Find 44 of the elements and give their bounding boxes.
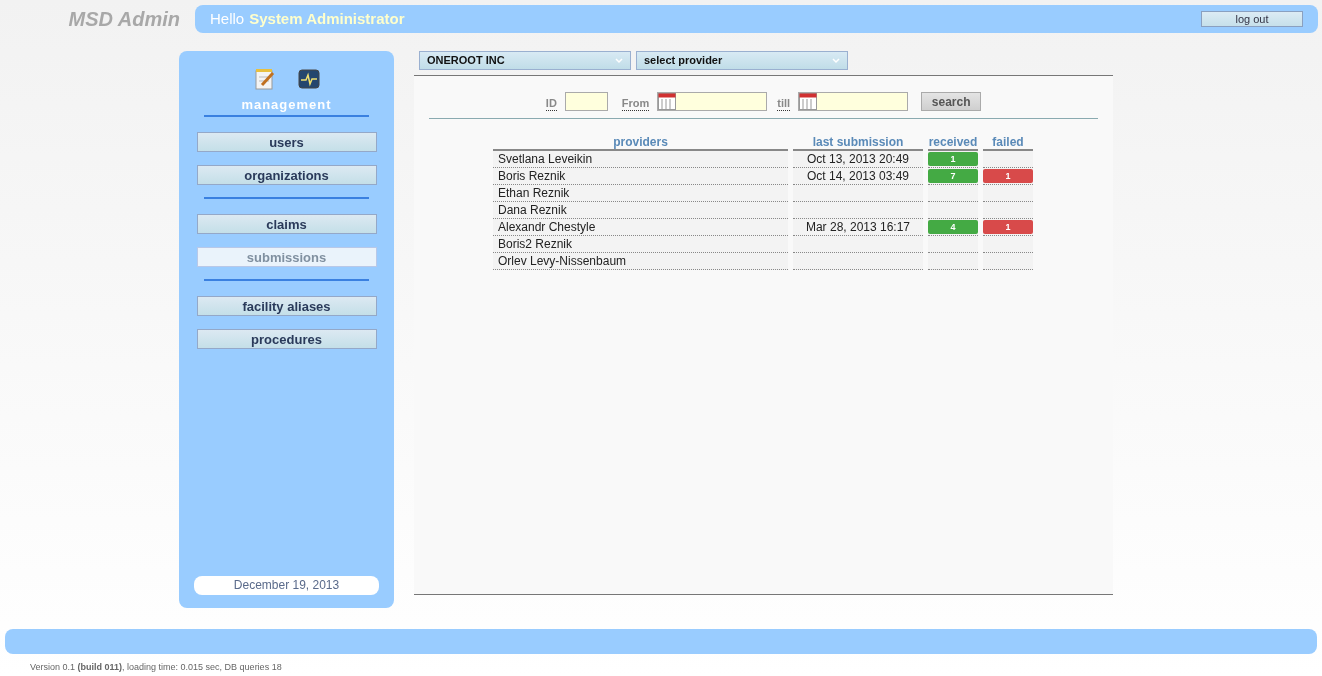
field-label: ID (545, 97, 557, 111)
field-label: till (777, 97, 791, 111)
count-badge: 4 (928, 220, 978, 234)
table-cell: Ethan Reznik (493, 185, 788, 202)
field-label: From (621, 97, 650, 111)
dropdown-select[interactable]: ONEROOT INC (419, 51, 631, 70)
nav-item[interactable]: claims (196, 214, 377, 234)
from-date-field[interactable] (657, 92, 768, 111)
section-label: management (241, 98, 332, 112)
calendar-icon[interactable] (799, 93, 818, 110)
user-name: System Administrator (249, 8, 405, 29)
id-input-field[interactable] (564, 92, 608, 111)
table-cell: Oct 13, 2013 20:49 (793, 151, 923, 168)
date-label: December 19, 2013 (194, 576, 379, 595)
count-badge: 1 (928, 152, 978, 166)
table-cell: Oct 14, 2013 03:49 (793, 168, 923, 185)
dropdown-select[interactable]: select provider (636, 51, 848, 70)
table-cell: Boris2 Reznik (493, 236, 788, 253)
nav-item[interactable]: organizations (196, 165, 377, 185)
count-badge: 1 (983, 220, 1033, 234)
chevron-down-icon (615, 57, 623, 64)
logout-button[interactable]: log out (1201, 11, 1303, 27)
calendar-icon[interactable] (658, 93, 677, 110)
table-cell (983, 253, 1033, 270)
nav-item[interactable]: users (196, 132, 377, 152)
table-cell: Orlev Levy-Nissenbaum (493, 253, 788, 270)
count-badge: 1 (983, 169, 1033, 183)
greeting-text: Hello (210, 8, 245, 29)
version-info: Version 0.1 (build 011), loading time: 0.015 sec, DB queries 18 (30, 661, 283, 674)
table-cell: Boris Reznik (493, 168, 788, 185)
count-badge: 7 (928, 169, 978, 183)
table-cell (928, 253, 978, 270)
nav-item[interactable]: procedures (196, 329, 377, 349)
table-cell: Mar 28, 2013 16:17 (793, 219, 923, 236)
search-button[interactable]: search (921, 92, 982, 111)
monitor-pulse-icon[interactable] (297, 68, 320, 90)
notepad-pencil-icon[interactable] (253, 68, 276, 90)
till-date-field[interactable] (798, 92, 909, 111)
table-cell: Alexandr Chestyle (493, 219, 788, 236)
nav-item[interactable]: facility aliases (196, 296, 377, 316)
chevron-down-icon (832, 57, 840, 64)
app-title: MSD Admin (67, 7, 181, 32)
table-cell: Dana Reznik (493, 202, 788, 219)
table-cell: Svetlana Leveikin (493, 151, 788, 168)
